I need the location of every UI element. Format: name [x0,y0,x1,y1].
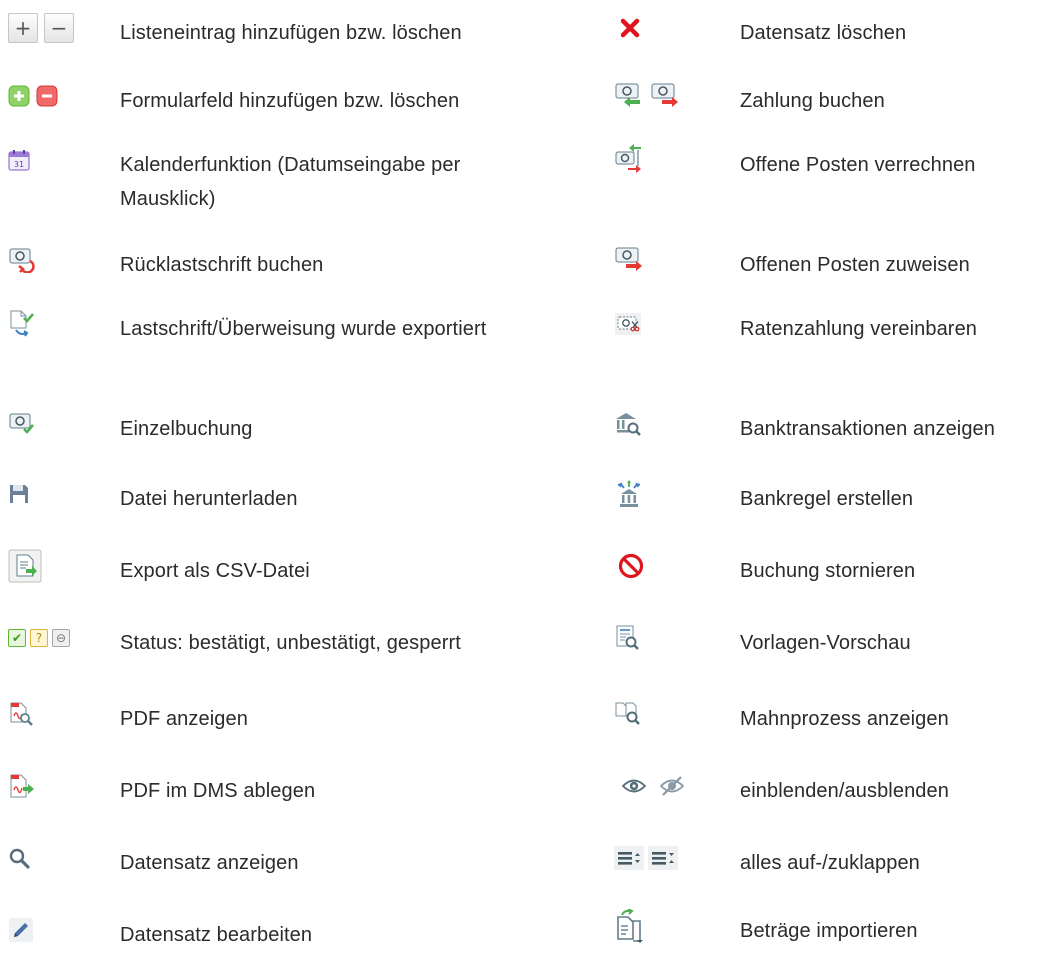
status-locked-icon: ⊖ [52,629,70,647]
legend-label: Datensatz anzeigen [120,852,299,874]
documents-search-icon [614,700,644,728]
pdf-export-icon [8,773,36,799]
money-in-icon [614,82,644,110]
document-exported-icon [8,309,36,339]
money-check-icon [8,412,36,436]
legend-label: Einzelbuchung [120,418,253,440]
minus-button-icon: − [44,13,74,43]
plus-button-icon: + [8,13,38,43]
legend-label: alles auf-/zuklappen [740,852,920,874]
legend-label: Buchung stornieren [740,560,916,582]
pdf-search-icon [8,701,34,727]
csv-export-icon [8,549,42,583]
legend-label: Bankregel erstellen [740,488,914,510]
status-unconfirmed-icon: ? [30,629,48,647]
bank-rule-icon [614,479,644,509]
collapse-all-icon [648,846,678,870]
eye-slash-icon [660,775,684,797]
legend-label: Listeneintrag hinzufügen bzw. löschen [120,22,462,44]
calendar-day: 31 [14,160,24,169]
legend-label: Status: bestätigt, unbestätigt, gesperrt [120,632,461,654]
bank-search-icon [614,411,642,437]
legend-label: Datensatz löschen [740,22,907,44]
eye-icon [622,777,646,795]
pencil-icon [8,917,34,943]
legend-label: Kalenderfunktion (Datumseingabe per Maus… [120,154,461,210]
status-confirmed-icon: ✔ [8,629,26,647]
prohibited-icon [618,553,644,579]
legend-label: PDF im DMS ablegen [120,780,316,802]
expand-all-icon [614,846,644,870]
legend-label: Offene Posten verrechnen [740,154,976,176]
money-scissors-icon [614,312,642,336]
legend-label: Datei herunterladen [120,488,298,510]
legend-label: Beträge importieren [740,920,918,942]
legend-label: Rücklastschrift buchen [120,254,324,276]
legend-label: einblenden/ausblenden [740,780,949,802]
legend-label: Lastschrift/Überweisung wurde exportiert [120,318,487,340]
money-out-icon [650,82,680,110]
money-offset-icon [614,144,644,176]
calendar-icon: 31 [8,149,30,171]
legend-label: Export als CSV-Datei [120,560,310,582]
legend-label: Datensatz bearbeiten [120,924,313,946]
template-preview-icon [614,624,640,652]
red-x-icon [620,18,640,38]
red-minus-icon [36,85,58,107]
legend-label: Vorlagen-Vorschau [740,632,911,654]
green-plus-icon [8,85,30,107]
legend-label: Mahnprozess anzeigen [740,708,949,730]
legend-label: Offenen Posten zuweisen [740,254,970,276]
magnifier-icon [8,847,30,869]
import-document-icon [614,909,646,943]
icon-legend: + − Listeneintrag hinzufügen bzw. lösche… [0,0,1046,956]
legend-label: Formularfeld hinzufügen bzw. löschen [120,90,460,112]
legend-label: Banktransaktionen anzeigen [740,418,996,440]
legend-label: Zahlung buchen [740,90,885,112]
money-assign-icon [614,246,644,274]
legend-label: PDF anzeigen [120,708,248,730]
floppy-disk-icon [8,483,30,505]
return-debit-icon [8,247,36,273]
legend-label: Ratenzahlung vereinbaren [740,318,978,340]
